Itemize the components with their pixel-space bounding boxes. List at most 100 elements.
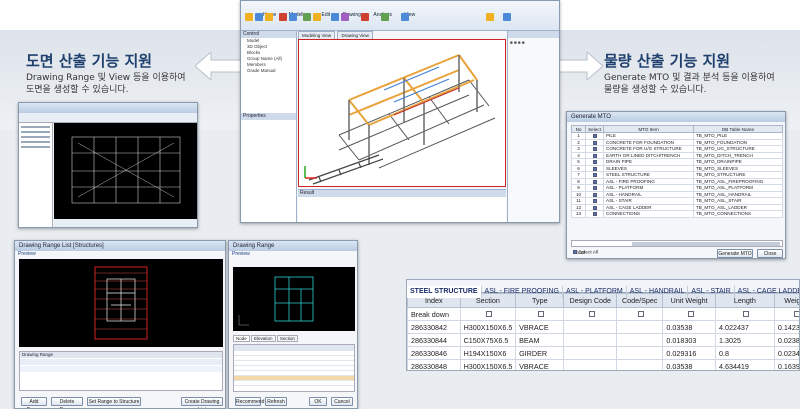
ribbon-icon[interactable] [245,13,253,21]
cancel-button[interactable]: Cancel [331,397,353,406]
cell-code [616,333,664,347]
checkbox-icon [592,186,597,191]
ribbon-icon[interactable] [303,13,311,21]
generate-mto-dialog: Generate MTO No Select MTO Item DB Table… [566,111,786,259]
ribbon-icon[interactable] [331,13,339,21]
close-button[interactable]: Close [757,249,783,258]
ribbon-icon[interactable] [486,13,494,21]
cell-design [563,359,618,370]
ribbon-icon[interactable] [313,13,321,21]
checkbox-icon [486,310,493,317]
left-callout-line1: Drawing Range 및 View 등을 이용하여 [26,73,186,83]
drawing-range-tab[interactable]: Section [276,335,298,342]
right-callout-line2: 물량을 생성할 수 있습니다. [604,85,707,95]
result-panel: Result [298,189,506,222]
breakdown-checkbox[interactable] [459,307,517,321]
drawing-range-list-window: Drawing Range List [Structures] Preview … [14,240,226,409]
delete-range-button[interactable]: Delete Range [51,397,83,408]
select-all-checkbox[interactable]: Select All [573,250,598,255]
cell-weight: 0.142314 [773,320,799,334]
cell-type: BEAM [515,333,565,347]
ribbon-tab[interactable]: Edit [322,12,331,18]
table-row[interactable]: 286330844 C150X75X6.5 BEAM 0.018303 1.3025 0.… [407,333,799,347]
cell-index: 286330844 [407,333,461,347]
3d-model-viewport[interactable] [298,39,506,187]
table-row[interactable]: 286330842 H300X150X6.5 VBRACE 0.03538 4.0224… [407,320,799,334]
column-header[interactable]: Unit Weight [662,293,716,308]
range-box-drawing [238,276,314,326]
refresh-button[interactable]: Refresh [265,397,287,406]
cell-unit: 0.03538 [662,320,716,334]
checkbox-icon [592,134,597,139]
column-header: Select [585,125,604,133]
drawing-range-preview-canvas[interactable] [233,267,355,331]
drawing-range-window: Drawing Range Preview Node Elevation Sec… [228,240,358,409]
ok-button[interactable]: OK [309,397,327,406]
mto-progress-track [632,242,780,246]
range-preview-drawing [94,266,148,340]
range-preview-canvas[interactable] [19,259,223,347]
drawing-tree-panel [19,123,53,227]
ribbon-icon[interactable] [279,13,287,21]
ribbon-icon[interactable] [503,13,511,21]
checkbox-icon [638,310,645,317]
select-all-label: Select All [578,250,599,256]
cell-weight: 0.163967 [773,359,799,370]
drawing-window [18,102,198,228]
breakdown-checkbox[interactable] [616,307,664,321]
checkbox-icon [592,179,597,184]
checkbox-icon [592,205,597,210]
generate-mto-title: Generate MTO [567,112,785,122]
breakdown-checkbox[interactable] [662,307,716,321]
column-header[interactable]: Code/Spec [616,293,664,308]
add-range-button[interactable]: Add Range [21,397,47,408]
generate-mto-button[interactable]: Generate MTO [717,249,753,258]
drawing-toolbar [19,113,197,123]
set-range-button[interactable]: Set Range to Structure [87,397,141,406]
drawing-range-tab[interactable]: Elevation [251,335,276,342]
table-row[interactable]: 286330848 H300X150X6.5 VBRACE 0.03538 4.6344… [407,359,799,370]
breakdown-checkbox[interactable] [773,307,799,321]
control-panel-header: Control [241,31,296,38]
cell-section: H300X150X6.5 [459,320,517,334]
cell-design [563,320,618,334]
cell-type: VBRACE [515,359,565,370]
breakdown-checkbox[interactable] [563,307,618,321]
ribbon-icon[interactable] [265,13,273,21]
cell-weight: 0.023452 [773,346,799,360]
column-header: MTO Item [603,125,694,133]
drawing-range-preview-label: Preview [232,251,250,257]
ribbon-icon[interactable] [401,13,409,21]
output-panel-content: ■ ■ ■ ■ [510,40,525,45]
ribbon-icon[interactable] [341,13,349,21]
ribbon-icon[interactable] [289,13,297,21]
left-callout-title: 도면 산출 기능 지원 [26,52,153,70]
cell-code [616,320,664,334]
breakdown-checkbox[interactable] [714,307,775,321]
recommend-button[interactable]: Recommend [235,397,264,406]
create-drawing-list-button[interactable]: Create Drawing List [181,397,223,408]
drawing-range-tab[interactable]: Node [233,335,250,342]
steel-structure-result: STEEL STRUCTURE ASL - FIRE PROOFING ASL - … [406,279,800,371]
breakdown-checkbox[interactable] [515,307,565,321]
checkbox-icon [793,310,799,317]
column-header[interactable]: Design Code [563,293,618,308]
3d-structure-model [304,54,496,185]
cell-code [616,359,664,370]
cell-length: 0.8 [714,346,775,360]
checkbox-icon [538,310,545,317]
drawing-canvas[interactable] [54,123,197,219]
mto-item-table: No Select MTO Item DB Table Name 1 PILE TB… [571,125,783,218]
drawing-statusbar [54,219,197,227]
result-tab[interactable]: STEEL STRUCTURE [407,286,482,298]
range-list-label: Drawing Range [20,352,222,358]
mto-select-checkbox[interactable] [585,210,604,218]
table-row[interactable]: 286330846 H194X150X6 GIRDER 0.029316 0.8 0.02… [407,346,799,360]
ribbon-icon[interactable] [361,13,369,21]
tree-item[interactable]: Grade Manual [241,68,296,74]
breakdown-label: Break down [407,307,461,321]
ribbon-icon[interactable] [255,13,263,21]
floor-plan-drawing [71,136,181,204]
mto-row[interactable]: 13 CONNECTIONS TB_MTO_CONNECTIONS [571,210,783,218]
ribbon-icon[interactable] [381,13,389,21]
